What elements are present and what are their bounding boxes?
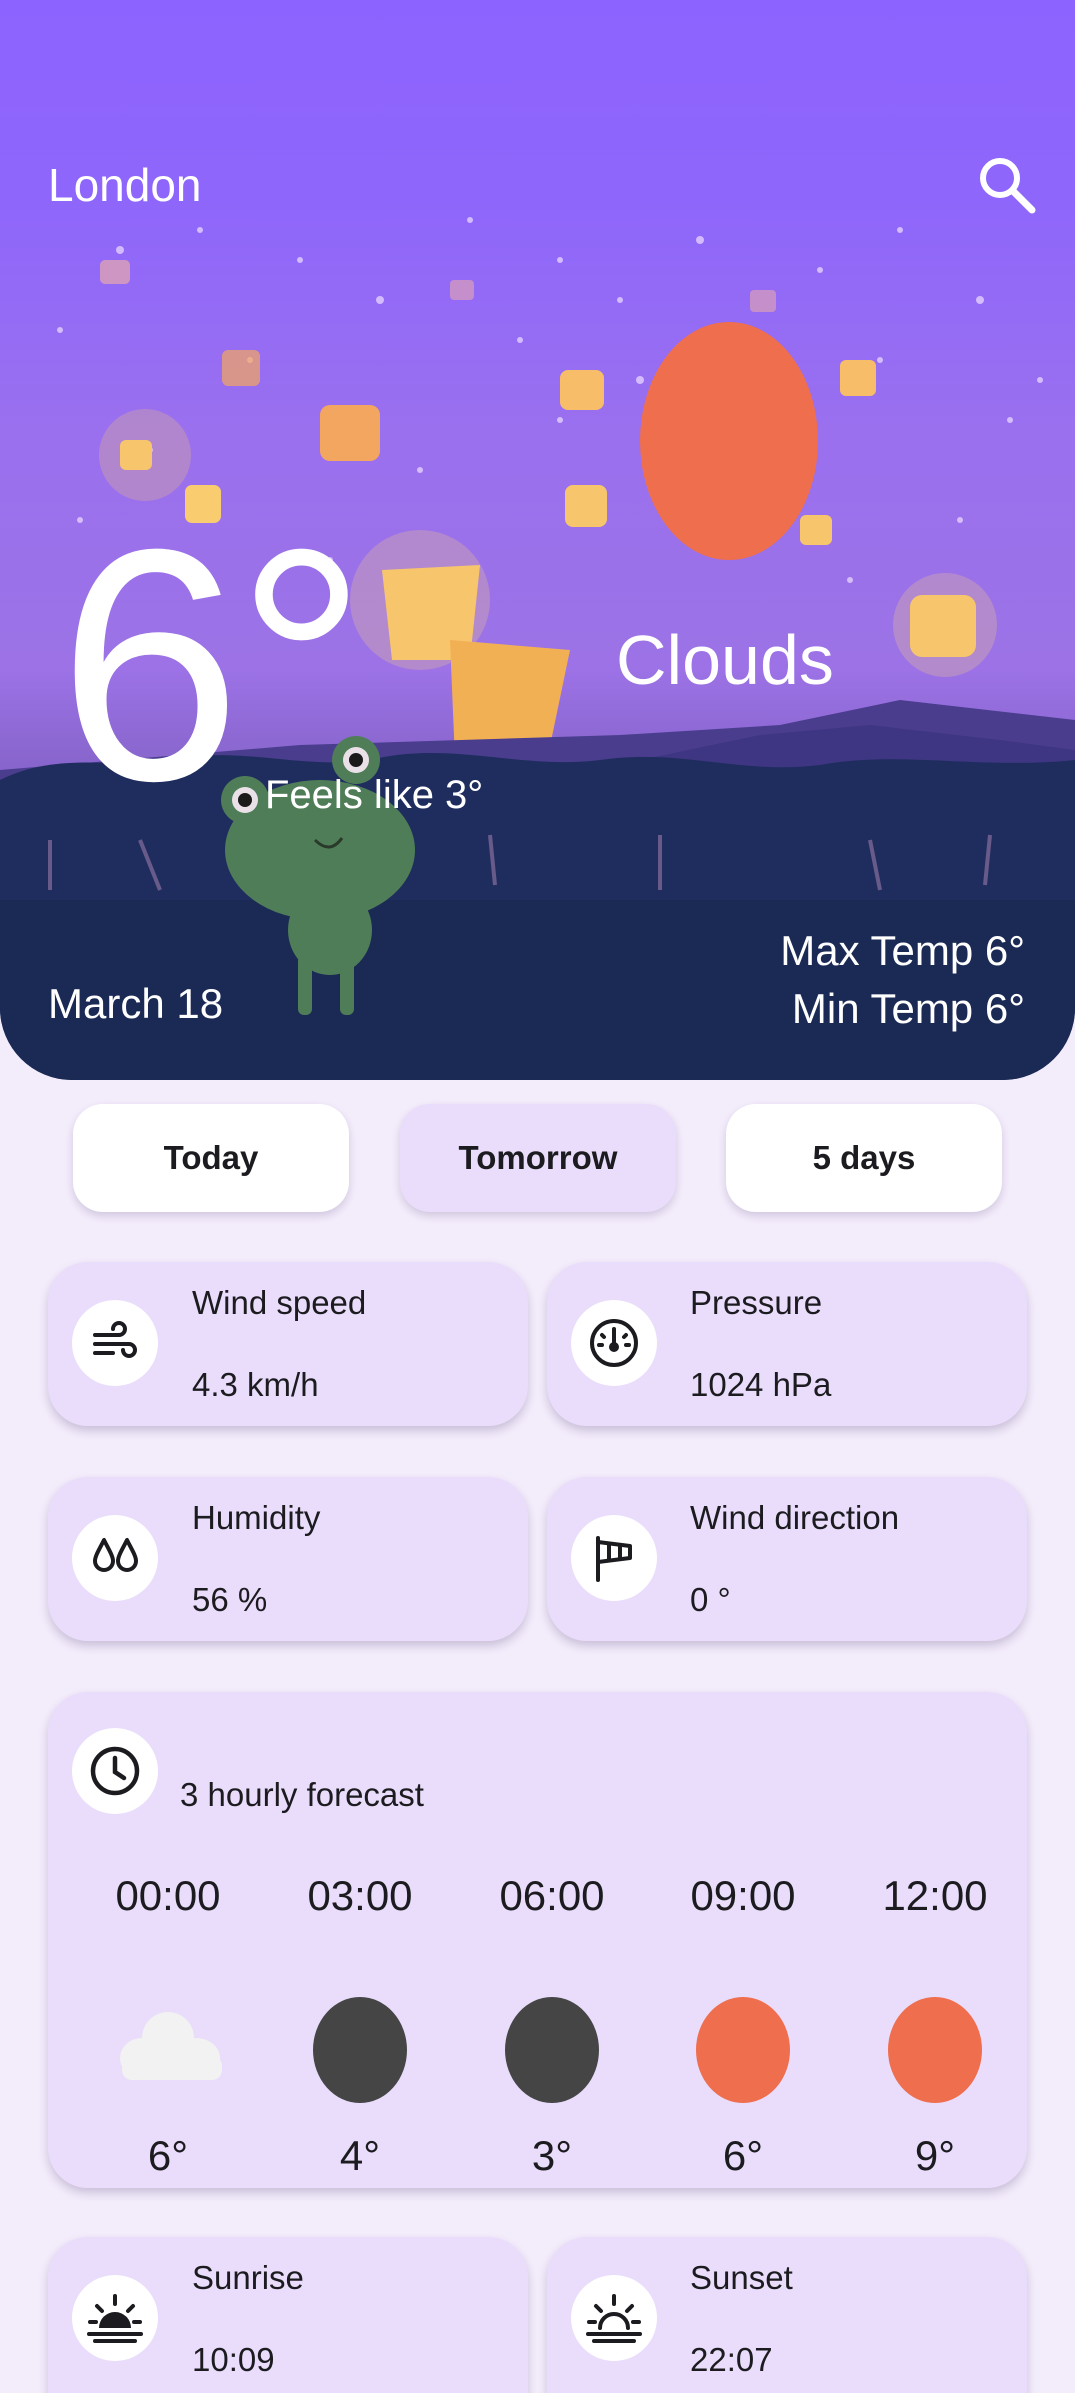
- weather-condition: Clouds: [616, 621, 834, 699]
- humidity-label: Humidity: [192, 1499, 321, 1536]
- forecast-temp: 6°: [722, 2132, 764, 2179]
- forecast-item: 09:00 6°: [668, 1872, 818, 2180]
- moon-icon: [312, 1996, 408, 2104]
- forecast-item: 00:00 6°: [93, 1872, 243, 2180]
- sunrise-card: Sunrise 10:09: [48, 2237, 528, 2393]
- pressure-card: Pressure 1024 hPa: [547, 1262, 1027, 1426]
- hourly-forecast-card: 3 hourly forecast 00:00 6° 03:00 4° 06:0…: [48, 1692, 1027, 2188]
- sunrise-label: Sunrise: [192, 2259, 304, 2296]
- pressure-label: Pressure: [690, 1284, 823, 1321]
- sunset-card: Sunset 22:07: [547, 2237, 1027, 2393]
- wind-direction-value: 0 °: [690, 1581, 731, 1618]
- current-date: March 18: [48, 980, 224, 1027]
- wind-icon: [72, 1300, 158, 1386]
- wind-direction-card: Wind direction 0 °: [547, 1477, 1027, 1641]
- city-name: London: [48, 159, 202, 211]
- sunset-label: Sunset: [690, 2259, 793, 2296]
- wind-speed-value: 4.3 km/h: [192, 1366, 319, 1403]
- clock-icon: [72, 1728, 158, 1814]
- feels-like: Feels like 3°: [265, 773, 484, 817]
- forecast-item: 12:00 9°: [860, 1872, 1010, 2180]
- wind-direction-label: Wind direction: [690, 1499, 900, 1536]
- forecast-item: 03:00 4°: [285, 1872, 435, 2180]
- pressure-value: 1024 hPa: [690, 1366, 832, 1403]
- temp-range: Max Temp 6° Min Temp 6°: [780, 922, 1025, 1038]
- max-temp: Max Temp 6°: [780, 927, 1025, 974]
- forecast-temp: 3°: [531, 2132, 573, 2179]
- forecast-title: 3 hourly forecast: [180, 1776, 424, 1813]
- moon-icon: [504, 1996, 600, 2104]
- sunrise-icon: [72, 2275, 158, 2361]
- sun-icon: [695, 1996, 791, 2104]
- search-icon[interactable]: [976, 154, 1038, 216]
- forecast-time: 06:00: [499, 1872, 605, 1919]
- wind-speed-card: Wind speed 4.3 km/h: [48, 1262, 528, 1426]
- forecast-time: 03:00: [307, 1872, 413, 1919]
- sunrise-value: 10:09: [192, 2341, 275, 2378]
- sunset-value: 22:07: [690, 2341, 773, 2378]
- humidity-card: Humidity 56 %: [48, 1477, 528, 1641]
- tab-tomorrow[interactable]: Tomorrow: [400, 1104, 676, 1212]
- forecast-time: 00:00: [115, 1872, 221, 1919]
- sunset-icon: [571, 2275, 657, 2361]
- gauge-icon: [571, 1300, 657, 1386]
- cloud-icon: [120, 1996, 222, 2104]
- sun-icon: [887, 1996, 983, 2104]
- wind-speed-label: Wind speed: [192, 1284, 367, 1321]
- min-temp: Min Temp 6°: [791, 985, 1025, 1032]
- forecast-time: 12:00: [882, 1872, 988, 1919]
- forecast-time: 09:00: [690, 1872, 796, 1919]
- forecast-temp: 4°: [339, 2132, 381, 2179]
- forecast-item: 06:00 3°: [477, 1872, 627, 2180]
- droplets-icon: [72, 1515, 158, 1601]
- weather-hero: London 6° Clouds Feels like 3° March 18 …: [0, 0, 1075, 1080]
- humidity-value: 56 %: [192, 1581, 268, 1618]
- forecast-temp: 9°: [914, 2132, 956, 2179]
- forecast-temp: 6°: [147, 2132, 189, 2179]
- tab-today[interactable]: Today: [73, 1104, 349, 1212]
- tab-5-days[interactable]: 5 days: [726, 1104, 1002, 1212]
- search-button[interactable]: [972, 150, 1042, 220]
- windsock-icon: [571, 1515, 657, 1601]
